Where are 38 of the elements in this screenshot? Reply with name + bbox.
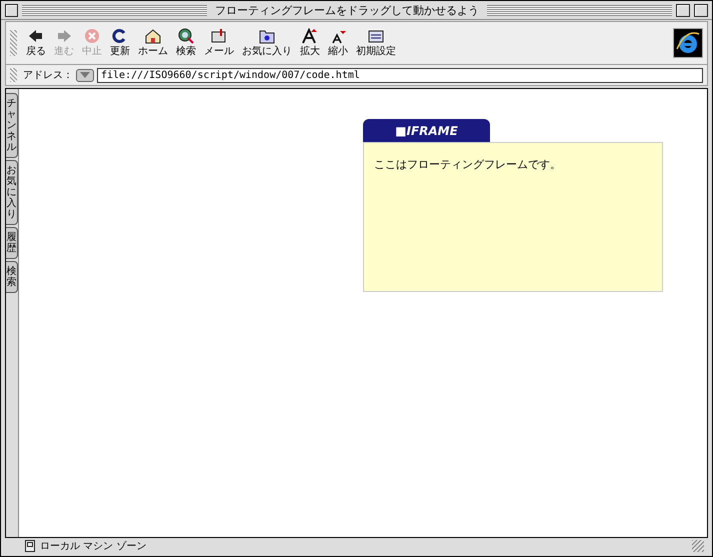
address-grip[interactable]	[10, 68, 17, 82]
folder-icon	[258, 28, 276, 44]
frame-tab[interactable]: ■IFRAME	[363, 119, 490, 142]
window-title: フローティングフレームをドラッグして動かせるよう	[214, 2, 480, 18]
home-button[interactable]: ホーム	[135, 28, 171, 58]
larger-button[interactable]: 拡大	[297, 28, 323, 58]
browser-logo-icon	[673, 28, 703, 58]
computer-icon	[25, 540, 35, 552]
address-label: アドレス：	[23, 69, 73, 82]
preferences-button[interactable]: 初期設定	[353, 28, 399, 58]
collapse-box[interactable]	[694, 4, 708, 16]
smaller-button[interactable]: 縮小	[325, 28, 351, 58]
stop-icon	[83, 28, 101, 44]
back-button[interactable]: 戻る	[23, 28, 49, 58]
side-tab[interactable]: 検索	[6, 261, 18, 293]
right-arrow-icon	[55, 28, 73, 44]
large-letter-icon	[301, 28, 319, 44]
close-box[interactable]	[5, 4, 18, 16]
home-icon	[144, 28, 162, 44]
status-text: ローカル マシン ゾーン	[40, 540, 148, 553]
address-field[interactable]: file:///ISO9660/script/window/007/code.html	[97, 68, 703, 82]
favorites-button[interactable]: お気に入り	[239, 28, 295, 58]
side-tab[interactable]: チャンネル	[6, 93, 18, 158]
mailbox-icon	[210, 28, 228, 44]
address-dropdown[interactable]	[76, 68, 94, 82]
toolbar-grip[interactable]	[10, 30, 17, 56]
side-tab[interactable]: お気に入り	[6, 160, 18, 225]
settings-icon	[367, 28, 385, 44]
search-icon	[177, 28, 195, 44]
frame-text: ここはフローティングフレームです。	[374, 158, 561, 171]
dropdown-arrow-icon	[80, 72, 90, 78]
mail-button[interactable]: メール	[201, 28, 237, 58]
refresh-button[interactable]: 更新	[107, 28, 133, 58]
zoom-box[interactable]	[676, 4, 690, 16]
left-arrow-icon	[27, 28, 45, 44]
search-button[interactable]: 検索	[173, 28, 199, 58]
resize-grip[interactable]	[692, 540, 704, 552]
side-tab[interactable]: 履歴	[6, 227, 18, 259]
